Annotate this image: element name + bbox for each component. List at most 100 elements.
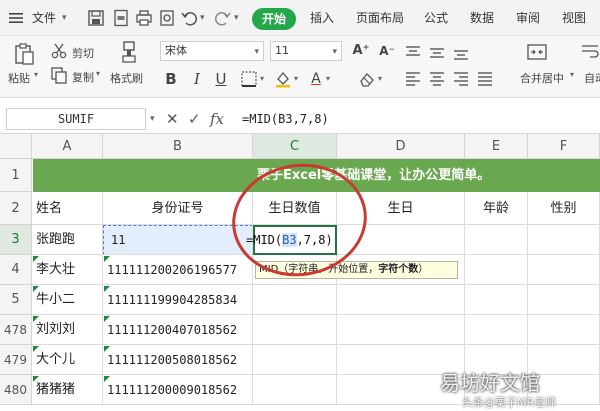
fill-color-icon[interactable] <box>274 70 292 88</box>
merge-center-icon[interactable] <box>526 42 548 62</box>
cancel-icon[interactable]: ✕ <box>166 108 179 130</box>
borders-icon[interactable] <box>240 70 258 88</box>
align-top-icon[interactable] <box>404 44 422 62</box>
tab-formulas[interactable]: 公式 <box>424 0 448 36</box>
row-header-3[interactable]: 3 <box>0 225 32 255</box>
fill-color-chevron-icon[interactable]: ▾ <box>294 74 298 83</box>
export-pdf-icon[interactable] <box>111 8 131 28</box>
copy-icon[interactable] <box>50 66 68 84</box>
paste-chevron-icon[interactable]: ▾ <box>34 70 38 79</box>
cell-b478[interactable]: 111111200407018562 <box>103 315 253 345</box>
paste-icon[interactable] <box>12 42 36 66</box>
cell-c479[interactable] <box>253 345 337 375</box>
paste-label[interactable]: 粘贴 <box>8 70 30 86</box>
cell-f2[interactable]: 性别 <box>528 192 600 225</box>
menu-icon[interactable] <box>6 8 26 28</box>
font-name-select[interactable]: 宋体 ▾ <box>160 41 264 61</box>
enter-icon[interactable]: ✓ <box>188 108 201 130</box>
align-middle-icon[interactable] <box>428 44 446 62</box>
cell-f3[interactable] <box>528 225 600 255</box>
cell-d478[interactable] <box>337 315 465 345</box>
cell-e2[interactable]: 年龄 <box>465 192 528 225</box>
font-color-chevron-icon[interactable]: ▾ <box>326 74 330 83</box>
cell-b2[interactable]: 身份证号 <box>103 192 253 225</box>
cell-b480[interactable]: 111111200009018562 <box>103 375 253 405</box>
copy-chevron-icon[interactable]: ▾ <box>96 69 100 78</box>
cell-e3[interactable] <box>465 225 528 255</box>
justify-icon[interactable] <box>476 70 494 88</box>
cut-button[interactable]: 剪切 <box>72 45 94 61</box>
tab-home[interactable]: 开始 <box>252 8 296 30</box>
insert-function-icon[interactable]: fx <box>210 108 224 130</box>
font-color-icon[interactable]: A <box>306 68 326 90</box>
cell-a5[interactable]: 牛小二 <box>32 285 103 315</box>
file-chevron-icon[interactable]: ▾ <box>62 0 67 36</box>
cell-d5[interactable] <box>337 285 465 315</box>
cell-a2[interactable]: 姓名 <box>32 192 103 225</box>
tab-view[interactable]: 视图 <box>562 0 586 36</box>
file-menu[interactable]: 文件 <box>32 0 56 36</box>
underline-icon[interactable]: U <box>212 68 230 90</box>
name-box-chevron-icon[interactable]: ▾ <box>150 108 155 130</box>
align-left-icon[interactable] <box>404 70 422 88</box>
row-header-479[interactable]: 479 <box>0 345 32 375</box>
column-header-b[interactable]: B <box>103 134 253 159</box>
formula-input[interactable]: =MID(B3,7,8) <box>242 108 329 130</box>
cell-f4[interactable] <box>528 255 600 285</box>
print-preview-icon[interactable] <box>157 8 177 28</box>
align-center-icon[interactable] <box>428 70 446 88</box>
format-painter-icon[interactable] <box>118 40 140 64</box>
increase-font-icon[interactable]: A⁺ <box>350 40 372 62</box>
borders-chevron-icon[interactable]: ▾ <box>260 74 264 83</box>
cell-b4[interactable]: 111111200206196577 <box>103 255 253 285</box>
undo-icon[interactable] <box>180 8 200 28</box>
italic-icon[interactable]: I <box>188 68 206 90</box>
save-icon[interactable] <box>86 8 106 28</box>
tab-data[interactable]: 数据 <box>470 0 494 36</box>
cell-a3[interactable]: 张跑跑 <box>32 225 103 255</box>
cell-c478[interactable] <box>253 315 337 345</box>
column-header-e[interactable]: E <box>465 134 528 159</box>
tab-insert[interactable]: 插入 <box>310 0 334 36</box>
cell-b5[interactable]: 111111199904285834 <box>103 285 253 315</box>
scissors-icon[interactable] <box>50 42 68 60</box>
cell-a4[interactable]: 李大壮 <box>32 255 103 285</box>
wrap-text-button[interactable]: 自动换行 <box>584 70 600 86</box>
column-header-d[interactable]: D <box>337 134 465 159</box>
row-header-5[interactable]: 5 <box>0 285 32 315</box>
eraser-chevron-icon[interactable]: ▾ <box>378 74 382 83</box>
row-header-478[interactable]: 478 <box>0 315 32 345</box>
cell-c5[interactable] <box>253 285 337 315</box>
row-header-1[interactable]: 1 <box>0 159 32 192</box>
column-header-a[interactable]: A <box>32 134 103 159</box>
column-header-f[interactable]: F <box>528 134 600 159</box>
merge-chevron-icon[interactable]: ▾ <box>570 70 574 79</box>
cell-b3[interactable]: 11 <box>103 225 253 255</box>
redo-chevron-icon[interactable]: ▾ <box>234 0 239 36</box>
cell-f5[interactable] <box>528 285 600 315</box>
name-box[interactable]: SUMIF <box>6 108 146 130</box>
cell-f478[interactable] <box>528 315 600 345</box>
cell-a480[interactable]: 猪猪猪 <box>32 375 103 405</box>
bold-icon[interactable]: B <box>162 68 180 90</box>
column-header-c[interactable]: C <box>253 134 337 159</box>
redo-icon[interactable] <box>212 8 232 28</box>
format-painter-button[interactable]: 格式刷 <box>110 70 143 86</box>
row-header-4[interactable]: 4 <box>0 255 32 285</box>
tab-page-layout[interactable]: 页面布局 <box>356 0 404 36</box>
align-right-icon[interactable] <box>452 70 470 88</box>
cell-e4[interactable] <box>465 255 528 285</box>
cell-c480[interactable] <box>253 375 337 405</box>
decrease-font-icon[interactable]: A⁻ <box>376 40 398 62</box>
cell-e478[interactable] <box>465 315 528 345</box>
cell-a479[interactable]: 大个儿 <box>32 345 103 375</box>
merge-center-button[interactable]: 合并居中 <box>520 70 564 86</box>
print-icon[interactable] <box>134 8 154 28</box>
font-size-select[interactable]: 11 ▾ <box>270 41 342 61</box>
align-bottom-icon[interactable] <box>452 44 470 62</box>
undo-chevron-icon[interactable]: ▾ <box>200 0 205 36</box>
row-header-2[interactable]: 2 <box>0 192 32 225</box>
select-all-corner[interactable] <box>0 134 32 159</box>
cell-e5[interactable] <box>465 285 528 315</box>
wrap-text-icon[interactable] <box>580 42 600 62</box>
